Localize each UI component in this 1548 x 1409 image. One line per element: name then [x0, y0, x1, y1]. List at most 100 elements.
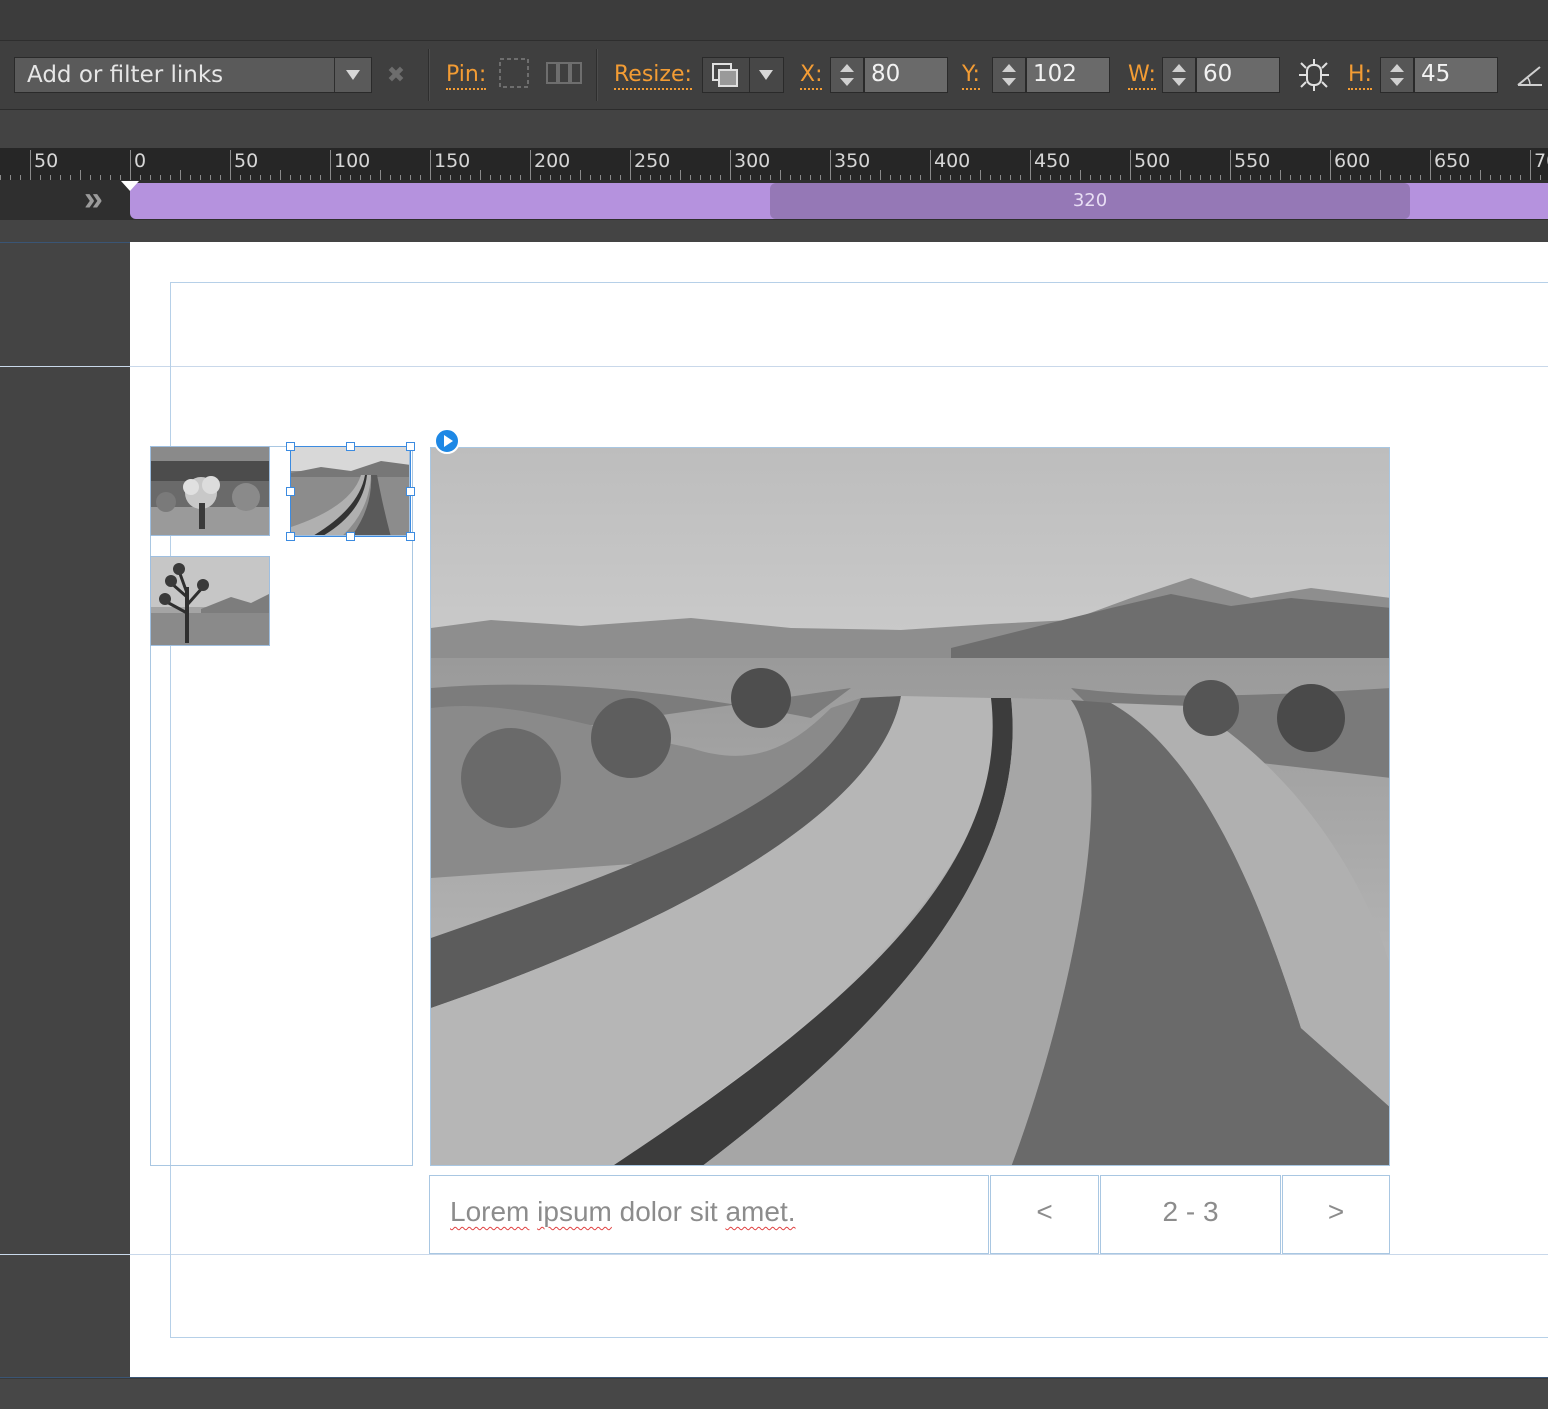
thumbnail-cactus[interactable] — [150, 446, 270, 536]
h-label[interactable]: H: — [1348, 63, 1372, 90]
ruler-tick — [480, 170, 481, 180]
ruler-label: 650 — [1434, 150, 1471, 172]
ruler-tick — [1530, 150, 1531, 180]
ruler-tick — [1230, 150, 1231, 180]
ruler-label: 250 — [634, 150, 671, 172]
ruler-tick — [230, 150, 231, 180]
chevron-down-icon — [759, 70, 773, 80]
expand-chevrons-icon[interactable]: » — [84, 182, 114, 216]
links-filter-placeholder: Add or filter links — [27, 62, 224, 88]
ruler-tick — [130, 150, 131, 180]
ruler-tick — [1380, 170, 1381, 180]
thumbnail-joshua-tree[interactable] — [150, 556, 270, 646]
ruler-label: 150 — [434, 150, 471, 172]
ruler-label: 350 — [834, 150, 871, 172]
w-input[interactable]: 60 — [1196, 57, 1280, 93]
slideshow-caption[interactable]: Lorem ipsum dolor sit amet. — [429, 1175, 989, 1254]
page-top-guide — [0, 242, 130, 243]
clear-links-button[interactable]: ✖ — [384, 63, 408, 87]
x-stepper[interactable] — [830, 57, 864, 93]
resize-handle-top-right[interactable] — [406, 442, 415, 451]
ruler-tick — [830, 150, 831, 180]
ruler-label: 0 — [134, 150, 147, 172]
resize-handle-top-left[interactable] — [286, 442, 295, 451]
breakpoint-current-width[interactable]: 320 — [770, 183, 1410, 219]
resize-handle-bottom-left[interactable] — [286, 532, 295, 541]
resize-handle-bottom-right[interactable] — [406, 532, 415, 541]
resize-label[interactable]: Resize: — [614, 63, 692, 90]
resize-handle-left[interactable] — [286, 487, 295, 496]
play-slideshow-icon[interactable] — [434, 428, 460, 454]
caption-word: dolor — [619, 1196, 682, 1227]
pin-label[interactable]: Pin: — [446, 63, 487, 90]
ruler-tick — [380, 170, 381, 180]
ruler-tick — [980, 170, 981, 180]
rotation-angle-icon[interactable] — [1516, 63, 1546, 89]
caption-word: sit — [689, 1196, 718, 1227]
chevron-down-icon — [346, 70, 360, 80]
decrement-icon[interactable] — [1390, 78, 1404, 86]
ruler-tick — [580, 170, 581, 180]
next-button[interactable]: > — [1282, 1175, 1390, 1254]
next-label: > — [1327, 1196, 1345, 1227]
y-label[interactable]: Y: — [962, 63, 980, 90]
caption-word: amet. — [725, 1196, 796, 1227]
slide-counter-text: 2 - 3 — [1162, 1196, 1219, 1227]
increment-icon[interactable] — [1390, 64, 1404, 72]
ruler-tick — [730, 150, 731, 180]
ruler-tick — [930, 150, 931, 180]
ruler-label: 600 — [1334, 150, 1371, 172]
w-stepper[interactable] — [1162, 57, 1196, 93]
ruler-tick — [1480, 170, 1481, 180]
ruler-tick — [780, 170, 781, 180]
decrement-icon[interactable] — [1172, 78, 1186, 86]
ruler-tick — [1130, 150, 1131, 180]
selection-bounding-box[interactable] — [290, 446, 411, 537]
resize-handle-right[interactable] — [406, 487, 415, 496]
breakpoint-origin-marker[interactable] — [121, 181, 139, 191]
pin-to-browser-icon[interactable] — [546, 55, 582, 91]
ruler-tick — [1280, 170, 1281, 180]
desert-road-image — [431, 448, 1389, 1165]
joshua-tree-thumbnail-image — [151, 557, 269, 645]
cactus-thumbnail-image — [151, 447, 269, 535]
ruler-tick — [680, 170, 681, 180]
decrement-icon[interactable] — [1002, 78, 1016, 86]
ruler-label: 100 — [334, 150, 371, 172]
ruler-tick — [1330, 150, 1331, 180]
y-stepper[interactable] — [992, 57, 1026, 93]
pin-to-page-icon[interactable] — [496, 55, 532, 91]
increment-icon[interactable] — [1172, 64, 1186, 72]
caption-word: ipsum — [537, 1196, 612, 1227]
previous-button[interactable]: < — [990, 1175, 1099, 1254]
x-input[interactable]: 80 — [864, 57, 948, 93]
truncated-label — [0, 59, 4, 89]
canvas-top-gutter — [0, 220, 1548, 242]
decrement-icon[interactable] — [840, 78, 854, 86]
canvas-bottom-gutter — [0, 1378, 1548, 1409]
h-stepper[interactable] — [1380, 57, 1414, 93]
resize-handle-top[interactable] — [346, 442, 355, 451]
horizontal-ruler[interactable]: 50 0 50 100 150 200 250 300 350 400 450 500 550 600 65… — [0, 148, 1548, 180]
ruler-tick — [280, 170, 281, 180]
y-input[interactable]: 102 — [1026, 57, 1110, 93]
thumbnail-container[interactable] — [150, 446, 413, 1166]
app-top-band — [0, 0, 1548, 41]
w-label[interactable]: W: — [1128, 63, 1156, 90]
increment-icon[interactable] — [1002, 64, 1016, 72]
slideshow-hero-image[interactable] — [430, 447, 1390, 1166]
x-label[interactable]: X: — [800, 63, 823, 90]
h-input[interactable]: 45 — [1414, 57, 1498, 93]
control-toolbar: Add or filter links ✖ Pin: Resize: X: 80… — [0, 41, 1548, 110]
canvas-left-gutter — [0, 242, 130, 1378]
increment-icon[interactable] — [840, 64, 854, 72]
constrain-proportions-icon[interactable] — [1296, 57, 1332, 93]
ruler-tick — [80, 170, 81, 180]
ruler-tick — [1080, 170, 1081, 180]
links-filter-combobox[interactable]: Add or filter links — [14, 57, 372, 93]
resize-mode-dropdown[interactable] — [702, 57, 784, 93]
resize-handle-bottom[interactable] — [346, 532, 355, 541]
ruler-label: 400 — [934, 150, 971, 172]
ruler-tick — [330, 150, 331, 180]
links-dropdown-button[interactable] — [334, 58, 371, 92]
